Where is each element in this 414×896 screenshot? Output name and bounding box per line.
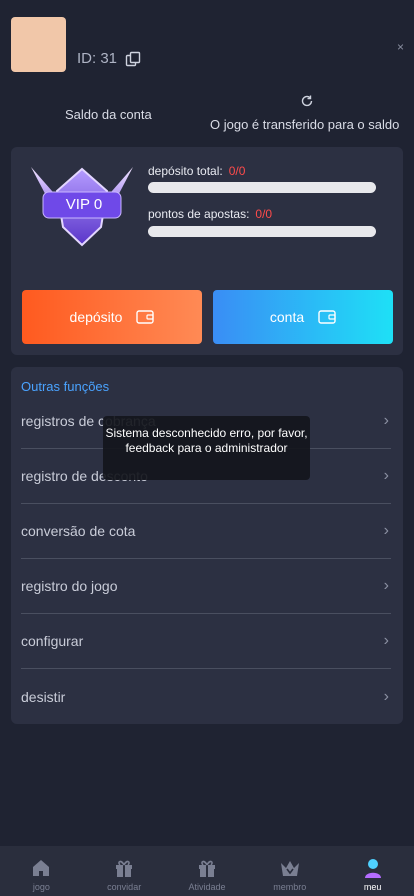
deposit-button-label: depósito: [69, 309, 123, 325]
menu-item-game-records[interactable]: registro do jogo ›: [21, 559, 391, 614]
chevron-right-icon: ›: [383, 632, 389, 649]
tab-atividade[interactable]: Atividade: [166, 846, 249, 896]
tab-label: meu: [363, 882, 382, 892]
deposit-progress-bar: [148, 182, 376, 193]
menu-item-label: registro do jogo: [21, 578, 118, 594]
section-title: Outras funções: [21, 379, 110, 394]
user-id-row: ID: 31: [77, 50, 141, 67]
tab-membro[interactable]: membro: [248, 846, 331, 896]
deposit-button[interactable]: depósito: [22, 290, 202, 344]
copy-icon[interactable]: [125, 51, 141, 67]
wallet-icon: [136, 310, 155, 324]
menu-item-settings[interactable]: configurar ›: [21, 614, 391, 669]
menu-item-label: conversão de cota: [21, 523, 136, 539]
menu-item-label: configurar: [21, 633, 84, 649]
account-button[interactable]: conta: [213, 290, 393, 344]
wallet-icon: [318, 310, 336, 324]
gift-icon: [116, 860, 133, 877]
refresh-icon[interactable]: [300, 94, 314, 108]
tab-label: Atividade: [188, 882, 226, 892]
gift-icon: [198, 860, 215, 877]
bets-points-label: pontos de apostas:: [148, 207, 250, 221]
menu-item-logout[interactable]: desistir ›: [21, 669, 391, 724]
user-icon: [364, 859, 381, 878]
balance-label: Saldo da conta: [65, 107, 152, 122]
bets-points-value: 0/0: [255, 207, 273, 221]
tab-label: membro: [273, 882, 307, 892]
tab-convidar[interactable]: convidar: [83, 846, 166, 896]
close-icon[interactable]: ×: [397, 40, 404, 54]
avatar[interactable]: [11, 17, 66, 72]
chevron-right-icon: ›: [383, 577, 389, 594]
bets-points-row: pontos de apostas: 0/0: [148, 207, 272, 221]
bottom-tab-bar: jogo convidar Atividade membro meu: [0, 846, 414, 896]
home-icon: [33, 860, 50, 876]
bets-progress-bar: [148, 226, 376, 237]
account-button-label: conta: [269, 309, 305, 325]
tab-jogo[interactable]: jogo: [0, 846, 83, 896]
deposit-total-label: depósito total:: [148, 164, 223, 178]
menu-item-quota-conversion[interactable]: conversão de cota ›: [21, 504, 391, 559]
vip-level-label: VIP 0: [65, 196, 103, 213]
tab-meu[interactable]: meu: [331, 846, 414, 896]
transfer-note: O jogo é transferido para o saldo: [210, 117, 400, 132]
chevron-right-icon: ›: [383, 522, 389, 539]
deposit-total-value: 0/0: [228, 164, 246, 178]
chevron-right-icon: ›: [383, 687, 389, 705]
menu-item-label: desistir: [21, 688, 66, 705]
crown-icon: [280, 861, 299, 876]
tab-label: convidar: [107, 882, 142, 892]
account-header: ID: 31 × Saldo da conta O jogo é transfe…: [0, 0, 414, 150]
chevron-right-icon: ›: [383, 467, 389, 484]
user-id: ID: 31: [77, 50, 118, 67]
deposit-total-row: depósito total: 0/0: [148, 164, 245, 178]
chevron-right-icon: ›: [383, 412, 389, 429]
error-toast: Sistema desconhecido erro, por favor, fe…: [103, 416, 310, 480]
tab-label: jogo: [32, 882, 50, 892]
vip-card: VIP 0 depósito total: 0/0 pontos de apost…: [11, 147, 403, 355]
